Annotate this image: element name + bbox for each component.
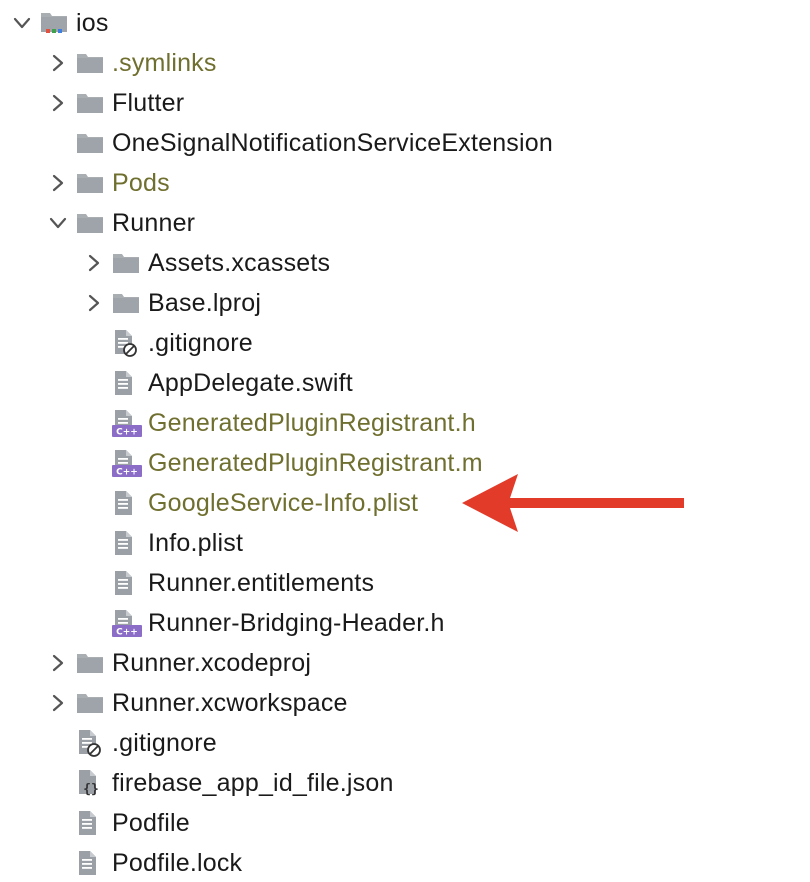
tree-folder-row[interactable]: Pods	[0, 163, 810, 203]
project-folder-icon	[40, 3, 76, 43]
svg-text:{}: {}	[83, 782, 99, 797]
project-file-tree: ios .symlinks Flutter OneSignalNotification…	[0, 3, 810, 882]
tree-item-label: GeneratedPluginRegistrant.m	[148, 449, 483, 477]
chevron-placeholder	[76, 443, 112, 483]
chevron-right-icon[interactable]	[40, 43, 76, 83]
chevron-placeholder	[76, 403, 112, 443]
folder-icon	[112, 243, 148, 283]
chevron-placeholder	[76, 323, 112, 363]
tree-item-label: .gitignore	[112, 729, 217, 757]
chevron-placeholder	[76, 363, 112, 403]
cpp-file-icon: C++	[112, 603, 148, 643]
tree-folder-row[interactable]: OneSignalNotificationServiceExtension	[0, 123, 810, 163]
svg-text:C++: C++	[116, 428, 138, 438]
tree-item-label: Info.plist	[148, 529, 244, 557]
folder-icon	[76, 643, 112, 683]
folder-icon	[76, 123, 112, 163]
file-icon	[112, 563, 148, 603]
tree-item-label: Runner	[112, 209, 196, 237]
file-icon	[112, 523, 148, 563]
folder-icon	[76, 43, 112, 83]
gitignore-file-icon	[76, 723, 112, 763]
chevron-placeholder	[40, 803, 76, 843]
tree-folder-row[interactable]: Runner.xcodeproj	[0, 643, 810, 683]
tree-item-label: GoogleService-Info.plist	[148, 489, 419, 517]
tree-folder-row[interactable]: Assets.xcassets	[0, 243, 810, 283]
tree-folder-row[interactable]: Runner	[0, 203, 810, 243]
chevron-right-icon[interactable]	[76, 243, 112, 283]
cpp-file-icon: C++	[112, 403, 148, 443]
chevron-placeholder	[76, 483, 112, 523]
chevron-placeholder	[76, 603, 112, 643]
chevron-placeholder	[76, 563, 112, 603]
tree-item-label: Pods	[112, 169, 170, 197]
chevron-placeholder	[76, 523, 112, 563]
tree-item-label: firebase_app_id_file.json	[112, 769, 394, 797]
tree-file-row[interactable]: AppDelegate.swift	[0, 363, 810, 403]
chevron-right-icon[interactable]	[40, 683, 76, 723]
chevron-placeholder	[40, 723, 76, 763]
folder-icon	[76, 163, 112, 203]
gitignore-file-icon	[112, 323, 148, 363]
chevron-right-icon[interactable]	[40, 83, 76, 123]
tree-folder-row[interactable]: .symlinks	[0, 43, 810, 83]
tree-item-label: Runner.entitlements	[148, 569, 375, 597]
folder-icon	[76, 83, 112, 123]
tree-item-label: Assets.xcassets	[148, 249, 331, 277]
tree-file-row[interactable]: Podfile.lock	[0, 843, 810, 882]
tree-item-label: Podfile.lock	[112, 849, 243, 877]
chevron-placeholder	[40, 843, 76, 882]
tree-file-row[interactable]: C++ GeneratedPluginRegistrant.h	[0, 403, 810, 443]
json-file-icon: {}	[76, 763, 112, 803]
tree-folder-row[interactable]: Flutter	[0, 83, 810, 123]
file-icon	[76, 803, 112, 843]
tree-folder-row[interactable]: Runner.xcworkspace	[0, 683, 810, 723]
file-icon	[76, 843, 112, 882]
file-icon	[112, 483, 148, 523]
chevron-right-icon[interactable]	[40, 643, 76, 683]
tree-item-label: Flutter	[112, 89, 185, 117]
chevron-placeholder	[40, 123, 76, 163]
svg-text:C++: C++	[116, 628, 138, 638]
tree-item-label: AppDelegate.swift	[148, 369, 353, 397]
tree-item-label: .symlinks	[112, 49, 217, 77]
tree-item-label: Runner-Bridging-Header.h	[148, 609, 445, 637]
tree-item-label: Base.lproj	[148, 289, 262, 317]
tree-item-label: .gitignore	[148, 329, 253, 357]
tree-item-label: Runner.xcodeproj	[112, 649, 312, 677]
tree-item-label: OneSignalNotificationServiceExtension	[112, 129, 553, 157]
tree-file-row[interactable]: Podfile	[0, 803, 810, 843]
red-arrow-icon	[462, 474, 684, 532]
chevron-down-icon[interactable]	[40, 203, 76, 243]
file-icon	[112, 363, 148, 403]
tree-item-label: Podfile	[112, 809, 190, 837]
tree-item-label: Runner.xcworkspace	[112, 689, 348, 717]
tree-file-row[interactable]: .gitignore	[0, 323, 810, 363]
cpp-file-icon: C++	[112, 443, 148, 483]
tree-file-row[interactable]: {} firebase_app_id_file.json	[0, 763, 810, 803]
chevron-right-icon[interactable]	[76, 283, 112, 323]
svg-text:C++: C++	[116, 468, 138, 478]
folder-icon	[112, 283, 148, 323]
chevron-placeholder	[40, 763, 76, 803]
folder-icon	[76, 683, 112, 723]
folder-icon	[76, 203, 112, 243]
tree-folder-row[interactable]: ios	[0, 3, 810, 43]
tree-item-label: ios	[76, 9, 109, 37]
chevron-down-icon[interactable]	[4, 3, 40, 43]
tree-file-row[interactable]: .gitignore	[0, 723, 810, 763]
tree-file-row[interactable]: C++ Runner-Bridging-Header.h	[0, 603, 810, 643]
chevron-right-icon[interactable]	[40, 163, 76, 203]
tree-item-label: GeneratedPluginRegistrant.h	[148, 409, 476, 437]
tree-file-row[interactable]: Runner.entitlements	[0, 563, 810, 603]
tree-folder-row[interactable]: Base.lproj	[0, 283, 810, 323]
